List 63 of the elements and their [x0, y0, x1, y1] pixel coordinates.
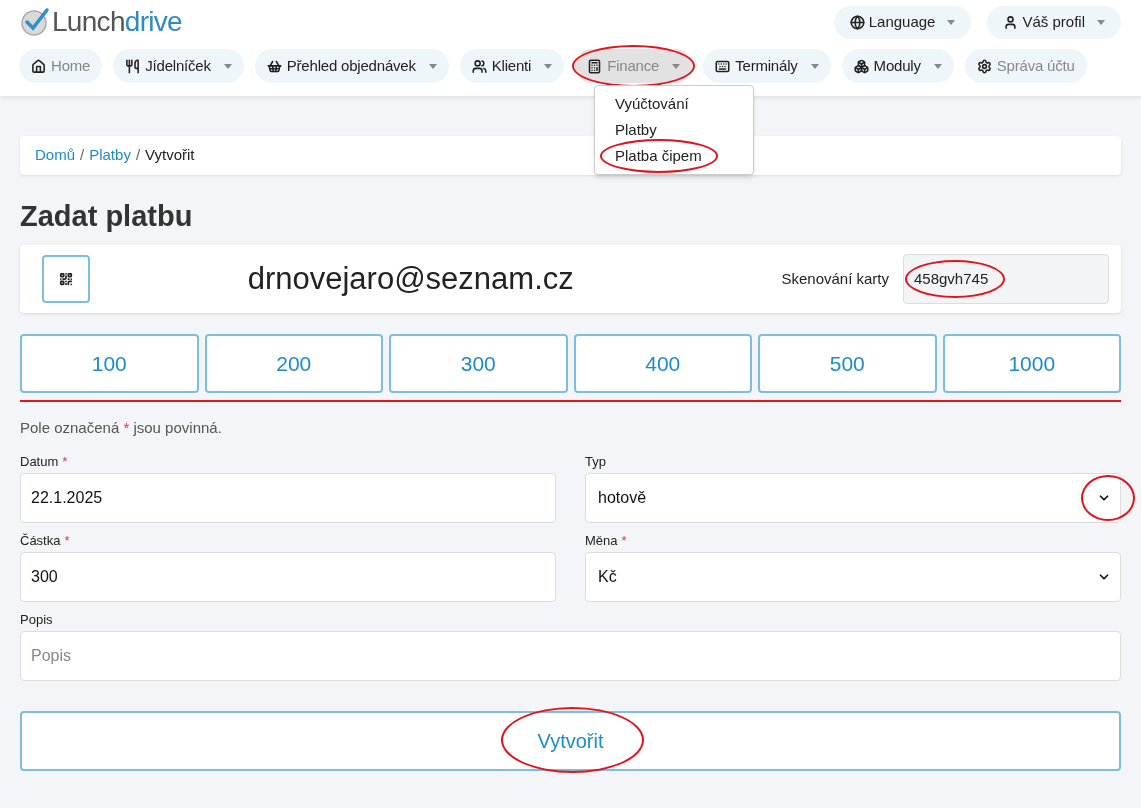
- field-label: Částka: [20, 531, 61, 550]
- required-note: Pole označená * jsou povinná.: [20, 418, 223, 438]
- caret-icon: [933, 63, 942, 69]
- caret-icon: [428, 63, 437, 69]
- caret-icon: [810, 63, 819, 69]
- checkmark-logo-icon: [20, 7, 50, 37]
- boxes-icon: [853, 58, 869, 74]
- logo[interactable]: Lunchdrive: [20, 6, 182, 38]
- nav-button[interactable]: Klienti: [459, 49, 565, 83]
- select-field[interactable]: hotově: [585, 472, 1121, 523]
- breadcrumb-link[interactable]: Domů: [35, 144, 75, 167]
- fork-knife-icon: [125, 58, 141, 74]
- description-input-field[interactable]: Popis: [20, 630, 1121, 681]
- field-label: Měna: [585, 531, 618, 550]
- caret-icon: [947, 20, 956, 25]
- nav-button[interactable]: Moduly: [841, 49, 954, 83]
- field-label: Datum: [20, 452, 59, 471]
- logo-text: Lunch: [52, 6, 125, 37]
- logo-text: drive: [124, 6, 182, 37]
- user-icon: [1003, 15, 1019, 30]
- nav-button[interactable]: Přehled objednávek: [254, 49, 449, 83]
- card-scan-label: Skenování karty: [781, 268, 889, 289]
- caret-icon: [672, 63, 681, 69]
- nav-button[interactable]: Terminály: [703, 49, 831, 83]
- settings-icon: [976, 58, 992, 74]
- select-field[interactable]: Kč: [585, 551, 1121, 602]
- caret-icon: [1097, 20, 1105, 25]
- breadcrumb-separator: /: [135, 145, 141, 166]
- card-input-field[interactable]: 458gvh745: [903, 254, 1109, 304]
- submit-button[interactable]: Vytvořit: [20, 710, 1121, 771]
- top-menu-button[interactable]: Language: [833, 6, 972, 39]
- input-field[interactable]: 22.1.2025: [20, 472, 556, 523]
- globe-icon: [849, 15, 865, 30]
- breadcrumb-link[interactable]: Platby: [89, 144, 131, 167]
- amount-button[interactable]: 500: [758, 334, 937, 393]
- qr-scan-button[interactable]: [42, 255, 90, 303]
- nav-button[interactable]: Jídelníček: [113, 49, 244, 83]
- home-icon: [31, 58, 46, 74]
- required-mark: *: [621, 531, 627, 550]
- required-mark: *: [64, 531, 70, 550]
- client-email: drnovejaro@seznam.cz: [246, 259, 575, 298]
- input-field[interactable]: 300: [20, 551, 556, 602]
- menu-item[interactable]: Platby: [615, 117, 733, 143]
- caret-icon: [223, 63, 232, 69]
- required-mark: *: [62, 452, 68, 471]
- keyboard-icon: [715, 58, 731, 74]
- amount-button[interactable]: 100: [20, 334, 199, 393]
- breadcrumb-separator: /: [80, 145, 85, 166]
- field-label: Typ: [585, 452, 606, 471]
- amount-button[interactable]: 1000: [942, 334, 1121, 393]
- amount-button[interactable]: 300: [389, 334, 568, 393]
- qr-code-icon: [59, 272, 73, 286]
- basket-icon: [266, 58, 282, 74]
- amount-button[interactable]: 400: [573, 334, 752, 393]
- field-label: Popis: [20, 611, 53, 627]
- top-menu-button[interactable]: Váš profil: [987, 6, 1121, 39]
- amount-button[interactable]: 200: [204, 334, 383, 393]
- caret-icon: [544, 63, 553, 69]
- breadcrumb-current: Vytvořit: [145, 145, 195, 166]
- menu-item[interactable]: Platba čipem: [615, 143, 733, 169]
- users-icon: [471, 58, 487, 74]
- page-title: Zadat platbu: [20, 199, 194, 233]
- menu-item[interactable]: Vyúčtování: [615, 91, 733, 117]
